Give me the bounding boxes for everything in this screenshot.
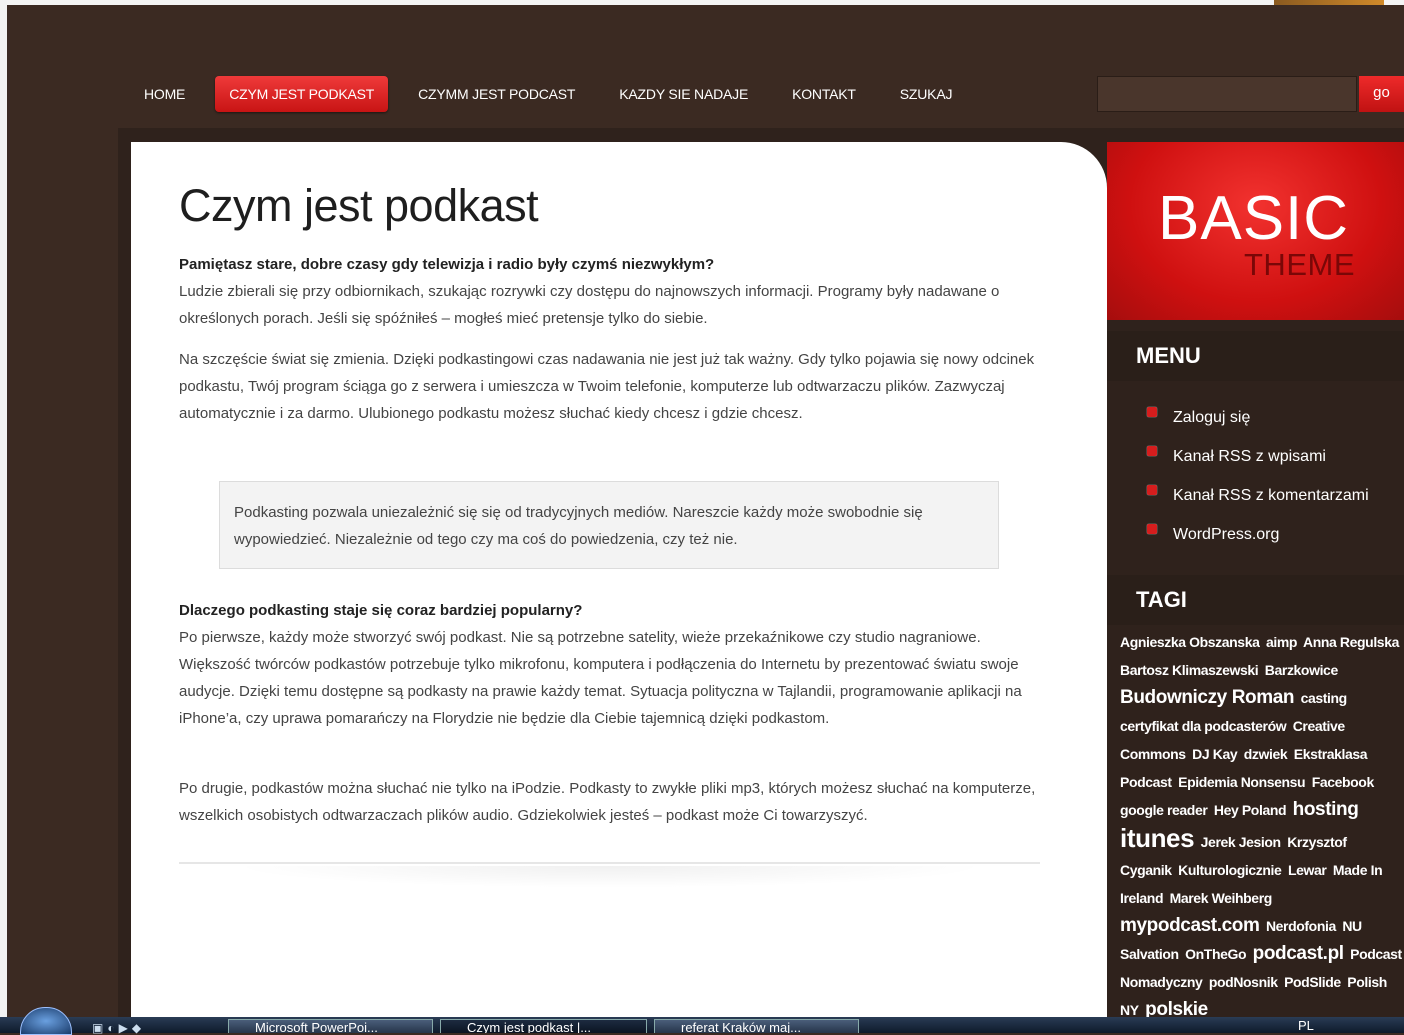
- nav-item-home[interactable]: HOME: [130, 76, 199, 112]
- language-indicator[interactable]: PL: [1298, 1018, 1314, 1033]
- tag-link[interactable]: PodSlide: [1284, 974, 1341, 990]
- window-top-edge: [0, 0, 1404, 5]
- tag-link[interactable]: hosting: [1293, 799, 1359, 820]
- menu-widget-title: MENU: [1107, 331, 1404, 381]
- tag-link[interactable]: Facebook: [1312, 774, 1375, 790]
- tag-link[interactable]: podNosnik: [1209, 974, 1278, 990]
- tag-link[interactable]: Marek Weihberg: [1170, 890, 1273, 906]
- nav-item-szukaj[interactable]: SZUKAJ: [886, 76, 966, 112]
- nav-item-kontakt[interactable]: KONTAKT: [778, 76, 870, 112]
- window-top-corner: [1274, 0, 1384, 5]
- taskbar-button-powerpoint[interactable]: Microsoft PowerPoi...: [228, 1019, 433, 1033]
- tag-link[interactable]: Bartosz Klimaszewski: [1120, 662, 1259, 678]
- window-left-edge: [0, 0, 7, 1033]
- tag-link[interactable]: Jerek Jesion: [1201, 834, 1281, 850]
- tag-link[interactable]: Agnieszka Obszanska: [1120, 634, 1260, 650]
- sidebar-item-rss-posts[interactable]: Kanał RSS z wpisami: [1147, 437, 1369, 476]
- tag-link[interactable]: DJ Kay: [1192, 746, 1237, 762]
- tag-link[interactable]: aimp: [1266, 634, 1297, 650]
- tag-link[interactable]: google reader: [1120, 802, 1208, 818]
- nav-item-kazdy-sie-nadaje[interactable]: KAZDY SIE NADAJE: [605, 76, 762, 112]
- bullet-icon: [1147, 406, 1157, 417]
- paragraph-3: Dlaczego podkasting staje się coraz bard…: [179, 597, 1039, 732]
- paragraph-1-text: Ludzie zbierali się przy odbiornikach, s…: [179, 283, 1000, 327]
- logo-sub-text: THEME: [1244, 247, 1355, 282]
- tag-link[interactable]: Anna Regulska: [1303, 634, 1399, 650]
- paragraph-3-text: Po pierwsze, każdy może stworzyć swój po…: [179, 629, 1022, 727]
- main-nav: HOME CZYM JEST PODKAST CZYMM JEST PODCAS…: [130, 76, 982, 112]
- sidebar-menu: Zaloguj się Kanał RSS z wpisami Kanał RS…: [1147, 398, 1369, 554]
- tag-link[interactable]: Lewar: [1288, 862, 1327, 878]
- tags-widget-title: TAGI: [1107, 575, 1404, 625]
- tag-link[interactable]: mypodcast.com: [1120, 915, 1260, 936]
- paragraph-1-heading: Pamiętasz stare, dobre czasy gdy telewiz…: [179, 256, 715, 273]
- tag-link[interactable]: Epidemia Nonsensu: [1178, 774, 1305, 790]
- nav-item-czym-jest-podkast[interactable]: CZYM JEST PODKAST: [215, 76, 389, 112]
- divider-shadow: [230, 866, 990, 888]
- tag-link[interactable]: Nerdofonia: [1266, 918, 1336, 934]
- paragraph-1: Pamiętasz stare, dobre czasy gdy telewiz…: [179, 251, 1039, 332]
- content-divider: [179, 862, 1040, 864]
- tag-link[interactable]: casting: [1301, 690, 1348, 706]
- tag-link[interactable]: itunes: [1120, 823, 1195, 853]
- tag-link[interactable]: certyfikat dla podcasterów: [1120, 718, 1287, 734]
- bullet-icon: [1147, 484, 1157, 495]
- bullet-icon: [1147, 445, 1157, 456]
- taskbar-button-browser[interactable]: Czym jest podkast |...: [440, 1019, 647, 1033]
- search-input[interactable]: [1097, 76, 1357, 112]
- tag-link[interactable]: Barzkowice: [1265, 662, 1338, 678]
- logo-main-text: BASIC: [1158, 184, 1350, 253]
- sidebar-item-zaloguj[interactable]: Zaloguj się: [1147, 398, 1369, 437]
- tag-link[interactable]: OnTheGo: [1185, 946, 1246, 962]
- bullet-icon: [1147, 523, 1157, 534]
- tag-link[interactable]: dzwiek: [1244, 746, 1288, 762]
- nav-item-czymm-jest-podcast[interactable]: CZYMM JEST PODCAST: [404, 76, 589, 112]
- sidebar-item-label[interactable]: Zaloguj się: [1173, 400, 1250, 436]
- taskbar-button-word[interactable]: referat Kraków maj...: [654, 1019, 859, 1033]
- paragraph-3-heading: Dlaczego podkasting staje się coraz bard…: [179, 602, 583, 619]
- blockquote: Podkasting pozwala uniezależnić się się …: [219, 481, 999, 569]
- tag-link[interactable]: podcast.pl: [1253, 943, 1344, 964]
- tag-link[interactable]: Budowniczy Roman: [1120, 687, 1295, 708]
- tag-cloud: Agnieszka Obszanska aimp Anna Regulska B…: [1120, 628, 1404, 1024]
- sidebar-item-label[interactable]: WordPress.org: [1173, 517, 1279, 553]
- tag-link[interactable]: Kulturologicznie: [1178, 862, 1282, 878]
- tag-link[interactable]: Hey Poland: [1214, 802, 1287, 818]
- paragraph-2: Na szczęście świat się zmienia. Dzięki p…: [179, 351, 1035, 422]
- sidebar-item-label[interactable]: Kanał RSS z wpisami: [1173, 439, 1326, 475]
- sidebar-item-wordpress[interactable]: WordPress.org: [1147, 515, 1369, 554]
- start-button[interactable]: [20, 1007, 72, 1035]
- sidebar-item-label[interactable]: Kanał RSS z komentarzami: [1173, 478, 1369, 514]
- sidebar-item-rss-comments[interactable]: Kanał RSS z komentarzami: [1147, 476, 1369, 515]
- paragraph-4: Po drugie, podkastów można słuchać nie t…: [179, 780, 1036, 824]
- page-title: Czym jest podkast: [179, 180, 539, 231]
- search-go-button[interactable]: go: [1359, 76, 1404, 112]
